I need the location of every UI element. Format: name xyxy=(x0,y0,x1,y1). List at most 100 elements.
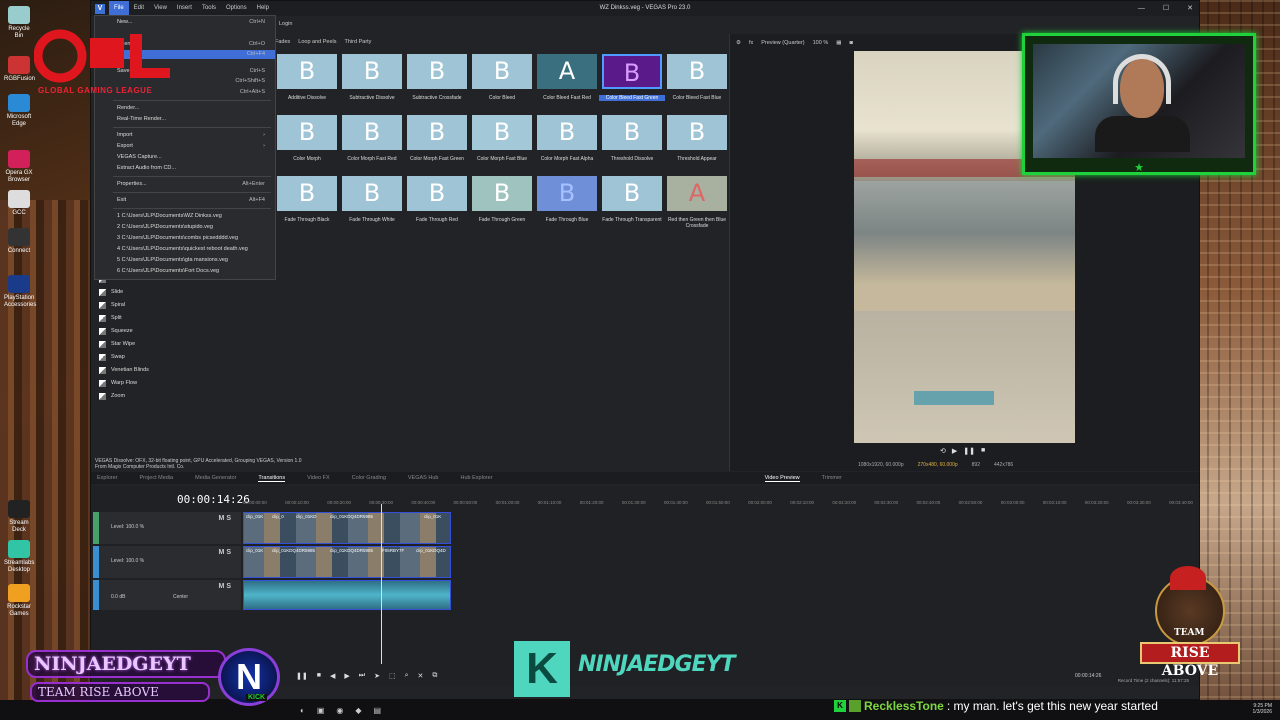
menu-insert[interactable]: Insert xyxy=(172,1,197,16)
play-icon[interactable]: ▶ xyxy=(952,447,957,455)
close-icon[interactable]: ✕ xyxy=(1187,1,1193,16)
loop-icon[interactable]: ⟲ xyxy=(940,447,946,455)
menu-options[interactable]: Options xyxy=(221,1,252,16)
minimize-icon[interactable]: — xyxy=(1138,1,1145,16)
taskbar-app-icon[interactable]: ◉ xyxy=(336,706,343,715)
transition-tile[interactable]: B xyxy=(602,115,662,150)
transition-tile[interactable]: B xyxy=(602,176,662,211)
tab-fades[interactable]: Fades xyxy=(275,39,290,45)
maximize-icon[interactable]: ☐ xyxy=(1163,1,1169,16)
zoom-icon[interactable]: ⌕ xyxy=(405,672,409,680)
list-item[interactable]: Zoom xyxy=(95,390,271,403)
tab-third-party[interactable]: Third Party xyxy=(345,39,372,45)
menu-item-export[interactable]: Export › xyxy=(95,142,275,151)
stop-icon[interactable]: ■ xyxy=(981,447,985,455)
transition-tile[interactable]: B xyxy=(407,115,467,150)
transition-tile[interactable]: B xyxy=(602,54,662,89)
transition-tile[interactable]: A xyxy=(537,54,597,89)
recent-file[interactable]: 3 C:\Users\JLP\Documents\combs picsedddd… xyxy=(95,234,275,243)
list-item[interactable]: Spiral xyxy=(95,299,271,312)
transition-tile[interactable]: A xyxy=(667,176,727,211)
desktop-icon[interactable]: RGBFusion xyxy=(4,56,35,83)
go-end-icon[interactable]: ⏭ xyxy=(359,672,365,680)
transition-tile[interactable]: B xyxy=(472,176,532,211)
video-clip-strip[interactable]: clip_01K clip_0 clip_01KD clip_01KDQ4DR5… xyxy=(243,512,451,544)
recent-file[interactable]: 4 C:\Users\JLP\Documents\quickest reboot… xyxy=(95,245,275,254)
menu-item-properties[interactable]: Properties... Alt+Enter xyxy=(95,180,275,189)
transition-tile[interactable]: B xyxy=(537,115,597,150)
track-header-video-1[interactable]: M S Level: 100.0 % xyxy=(93,512,241,544)
zoom-dropdown[interactable]: 100 % xyxy=(813,40,829,46)
playhead[interactable] xyxy=(381,504,382,664)
menu-item-exit[interactable]: Exit Alt+F4 xyxy=(95,196,275,205)
recent-file[interactable]: 1 C:\Users\JLP\Documents\WZ Dinkss.veg xyxy=(95,212,275,221)
transition-tile[interactable]: B xyxy=(537,176,597,211)
transition-tile[interactable]: B xyxy=(407,54,467,89)
transition-tile[interactable]: B xyxy=(472,115,532,150)
snapshot-icon[interactable]: ◙ xyxy=(849,40,852,46)
desktop-icon[interactable]: Recycle Bin xyxy=(4,6,34,40)
tab-video-fx[interactable]: Video FX xyxy=(307,475,330,481)
list-item[interactable]: Star Wipe xyxy=(95,338,271,351)
taskbar-app-icon[interactable]: ▣ xyxy=(317,706,325,715)
menu-item-import[interactable]: Import › xyxy=(95,131,275,140)
desktop-icon[interactable]: PlayStation Accessories xyxy=(4,275,36,309)
transition-tile[interactable]: B xyxy=(277,54,337,89)
cursor-icon[interactable]: ➤ xyxy=(374,672,380,680)
tab-explorer[interactable]: Explorer xyxy=(97,475,117,481)
list-item[interactable]: Slide xyxy=(95,286,271,299)
tab-hub-explorer[interactable]: Hub Explorer xyxy=(460,475,492,481)
tab-trimmer[interactable]: Trimmer xyxy=(822,475,842,481)
desktop-icon[interactable]: Opera GX Browser xyxy=(4,150,34,184)
transition-tile[interactable]: B xyxy=(277,115,337,150)
recent-file[interactable]: 5 C:\Users\JLP\Documents\gta mansions.ve… xyxy=(95,256,275,265)
list-item[interactable]: Warp Flow xyxy=(95,377,271,390)
recent-file[interactable]: 2 C:\Users\JLP\Documents\stupido.veg xyxy=(95,223,275,232)
taskbar-app-icon[interactable]: ◆ xyxy=(355,706,361,715)
menu-item-extract-audio[interactable]: Extract Audio from CD... xyxy=(95,164,275,173)
pause-icon[interactable]: ❚❚ xyxy=(296,672,308,680)
desktop-icon[interactable]: Connect xyxy=(4,228,34,255)
transition-tile[interactable]: B xyxy=(667,115,727,150)
video-clip-strip[interactable]: clip_01K clip_01KDQ4DR5985 clip_01KDQ4DR… xyxy=(243,546,451,578)
desktop-icon[interactable]: Stream Deck xyxy=(4,500,34,534)
track-header-audio[interactable]: M S 0.0 dB Center xyxy=(93,580,241,610)
fx-icon[interactable]: fx xyxy=(749,40,753,46)
select-icon[interactable]: ⬚ xyxy=(389,672,396,680)
tab-vegas-hub[interactable]: VEGAS Hub xyxy=(408,475,439,481)
tab-transitions[interactable]: Transitions xyxy=(258,475,286,482)
transition-tile[interactable]: B xyxy=(342,115,402,150)
transition-tile[interactable]: B xyxy=(342,176,402,211)
desktop-icon[interactable]: Microsoft Edge xyxy=(4,94,34,128)
tab-color-grading[interactable]: Color Grading xyxy=(352,475,386,481)
login-link[interactable]: Login xyxy=(279,21,292,27)
transition-tile[interactable]: B xyxy=(342,54,402,89)
taskbar-app-icon[interactable]: ▤ xyxy=(374,706,382,715)
menu-tools[interactable]: Tools xyxy=(197,1,221,16)
menu-help[interactable]: Help xyxy=(252,1,274,16)
delete-icon[interactable]: ✕ xyxy=(417,672,423,680)
desktop-icon[interactable]: Rockstar Games xyxy=(4,584,34,618)
recent-file[interactable]: 6 C:\Users\JLP\Documents\Fort Docs.veg xyxy=(95,267,275,276)
menu-file[interactable]: File xyxy=(109,1,129,16)
track-header-video-2[interactable]: M S Level: 100.0 % xyxy=(93,546,241,578)
transition-tile[interactable]: B xyxy=(277,176,337,211)
tab-media-generator[interactable]: Media Generator xyxy=(195,475,236,481)
list-item[interactable]: Split xyxy=(95,312,271,325)
transition-tile[interactable]: B xyxy=(407,176,467,211)
menu-view[interactable]: View xyxy=(149,1,172,16)
prev-frame-icon[interactable]: ◀ xyxy=(330,672,335,680)
list-item[interactable]: Squeeze xyxy=(95,325,271,338)
desktop-icon[interactable]: Streamlabs Desktop xyxy=(4,540,34,574)
tab-loop-and-peels[interactable]: Loop and Peels xyxy=(298,39,336,45)
gear-icon[interactable]: ⚙ xyxy=(736,40,741,46)
next-frame-icon[interactable]: ▶ xyxy=(344,672,349,680)
time-ruler[interactable]: 00:00:00:00 00:00:10:00 00:00:20:00 00:00:3… xyxy=(243,500,1193,510)
transition-tile[interactable]: B xyxy=(472,54,532,89)
menu-edit[interactable]: Edit xyxy=(129,1,149,16)
tab-project-media[interactable]: Project Media xyxy=(139,475,173,481)
list-item[interactable]: Venetian Blinds xyxy=(95,364,271,377)
transition-tile[interactable]: B xyxy=(667,54,727,89)
list-item[interactable]: Swap xyxy=(95,351,271,364)
menu-item-realtime-render[interactable]: Real-Time Render... xyxy=(95,115,275,124)
